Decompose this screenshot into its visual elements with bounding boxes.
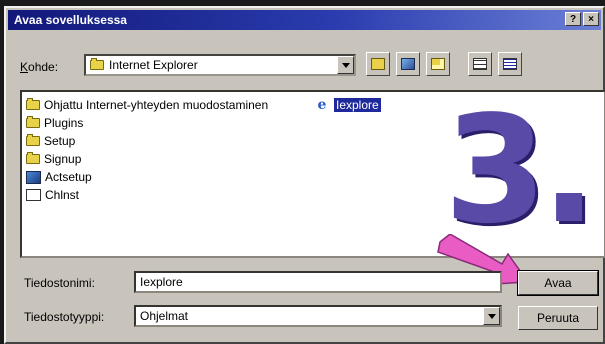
document-icon [26, 189, 41, 201]
file-name-value: Iexplore [140, 275, 183, 289]
file-list-column-1: Ohjattu Internet-yhteyden muodostaminen … [26, 96, 268, 204]
list-item[interactable]: Chlnst [26, 186, 268, 204]
step-number-overlay: 3. [444, 84, 597, 256]
open-with-dialog: Avaa sovelluksessa ? × Kohde: Internet E… [4, 6, 605, 344]
cancel-button[interactable]: Peruuta [518, 306, 598, 330]
chevron-down-icon[interactable] [483, 307, 500, 325]
look-in-dropdown[interactable]: Internet Explorer [84, 54, 356, 76]
list-item-selected[interactable]: e Iexplore [314, 96, 381, 114]
file-list-column-2: e Iexplore [314, 96, 381, 114]
internet-explorer-icon: e [317, 97, 327, 113]
open-button[interactable]: Avaa [517, 270, 599, 296]
up-folder-icon [371, 58, 385, 70]
file-type-label: Tiedostotyyppi: [24, 310, 105, 324]
chevron-down-icon[interactable] [337, 56, 354, 74]
window-title: Avaa sovelluksessa [14, 13, 127, 27]
folder-icon [26, 134, 40, 146]
title-buttons: ? × [565, 12, 599, 26]
list-view-button[interactable] [468, 52, 492, 76]
look-in-value: Internet Explorer [109, 58, 198, 72]
desktop-icon [401, 58, 415, 70]
details-view-icon [503, 58, 517, 70]
folder-icon [26, 116, 40, 128]
list-view-icon [473, 58, 487, 70]
details-view-button[interactable] [498, 52, 522, 76]
list-item[interactable]: Actsetup [26, 168, 268, 186]
list-item[interactable]: Plugins [26, 114, 268, 132]
look-in-label: Kohde: [20, 60, 59, 74]
new-folder-button[interactable] [426, 52, 450, 76]
up-folder-button[interactable] [366, 52, 390, 76]
list-item[interactable]: Ohjattu Internet-yhteyden muodostaminen [26, 96, 268, 114]
new-folder-icon [431, 58, 445, 70]
app-icon [26, 170, 41, 184]
file-name-input[interactable]: Iexplore [134, 271, 502, 293]
list-item[interactable]: Signup [26, 150, 268, 168]
file-type-select[interactable]: Ohjelmat [134, 305, 502, 327]
help-button[interactable]: ? [565, 12, 581, 26]
folder-icon [26, 98, 40, 110]
title-bar[interactable]: Avaa sovelluksessa ? × [8, 10, 601, 30]
list-item[interactable]: Setup [26, 132, 268, 150]
folder-icon [90, 58, 104, 70]
dialog-toolbar [366, 52, 522, 76]
file-type-value: Ohjelmat [140, 309, 189, 323]
file-name-label: Tiedostonimi: [24, 276, 95, 290]
close-button[interactable]: × [583, 12, 599, 26]
folder-icon [26, 152, 40, 164]
desktop-button[interactable] [396, 52, 420, 76]
